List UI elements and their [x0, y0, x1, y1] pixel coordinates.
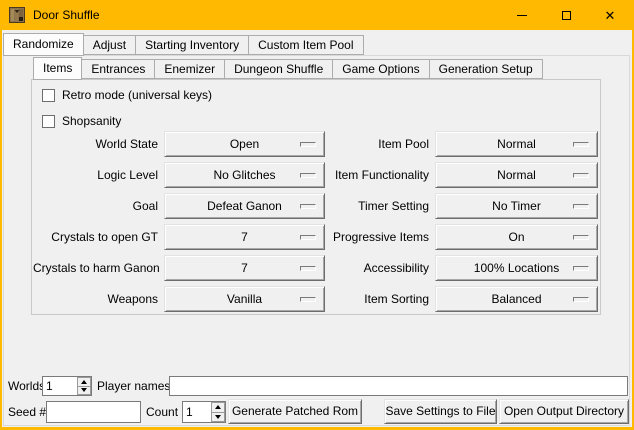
save-settings-button[interactable]: Save Settings to File	[384, 399, 497, 424]
progressive-items-dropdown[interactable]: On	[435, 224, 598, 250]
menu-indicator-icon	[573, 204, 589, 209]
menu-indicator-icon	[573, 142, 589, 147]
accessibility-value: 100% Locations	[474, 261, 559, 275]
tab-starting-inventory[interactable]: Starting Inventory	[135, 35, 249, 55]
retro-mode-label: Retro mode (universal keys)	[62, 89, 212, 102]
sub-tabbar: Items Entrances Enemizer Dungeon Shuffle…	[33, 57, 543, 79]
accessibility-label: Accessibility	[300, 255, 429, 281]
tab-entrances[interactable]: Entrances	[81, 59, 155, 79]
accessibility-dropdown[interactable]: 100% Locations	[435, 255, 598, 281]
window-controls: ✕	[500, 0, 632, 30]
shopsanity-label: Shopsanity	[62, 115, 121, 128]
maximize-icon	[562, 11, 571, 20]
tab-randomize[interactable]: Randomize	[3, 33, 84, 56]
goal-value: Defeat Ganon	[207, 199, 282, 213]
item-pool-label: Item Pool	[300, 131, 429, 157]
tab-dungeon-shuffle[interactable]: Dungeon Shuffle	[224, 59, 333, 79]
menu-indicator-icon	[573, 235, 589, 240]
item-pool-dropdown[interactable]: Normal	[435, 131, 598, 157]
tab-generation-setup[interactable]: Generation Setup	[429, 59, 543, 79]
progressive-items-value: On	[508, 230, 524, 244]
minimize-button[interactable]	[500, 0, 544, 30]
world-state-label: World State	[33, 131, 158, 157]
goal-label: Goal	[33, 193, 158, 219]
weapons-label: Weapons	[33, 286, 158, 312]
worlds-label: Worlds	[8, 376, 45, 396]
count-spinner	[182, 401, 226, 423]
item-sorting-label: Item Sorting	[300, 286, 429, 312]
crystals-harm-ganon-label: Crystals to harm Ganon	[33, 255, 158, 281]
chevron-down-icon	[81, 388, 87, 392]
worlds-spin-down-button[interactable]	[77, 386, 91, 396]
main-tabbar: Randomize Adjust Starting Inventory Cust…	[3, 32, 364, 55]
tab-game-options[interactable]: Game Options	[332, 59, 429, 79]
open-output-directory-button[interactable]: Open Output Directory	[499, 399, 629, 424]
count-spin-down-button[interactable]	[211, 412, 225, 423]
item-functionality-dropdown[interactable]: Normal	[435, 162, 598, 188]
window-title: Door Shuffle	[33, 8, 100, 22]
item-sorting-value: Balanced	[491, 292, 541, 306]
door-shuffle-window: Door Shuffle ✕ Randomize Adjust Starting…	[0, 0, 634, 430]
item-sorting-dropdown[interactable]: Balanced	[435, 286, 598, 312]
worlds-spinner-buttons	[77, 377, 91, 395]
player-names-label: Player names	[97, 376, 170, 396]
world-state-value: Open	[230, 137, 259, 151]
chevron-down-icon	[215, 415, 221, 419]
timer-setting-dropdown[interactable]: No Timer	[435, 193, 598, 219]
crystals-open-gt-value: 7	[241, 230, 248, 244]
item-functionality-value: Normal	[497, 168, 536, 182]
tab-enemizer[interactable]: Enemizer	[154, 59, 225, 79]
crystals-harm-ganon-value: 7	[241, 261, 248, 275]
menu-indicator-icon	[573, 266, 589, 271]
count-label: Count	[146, 401, 178, 423]
worlds-spinner	[42, 376, 92, 396]
logic-level-label: Logic Level	[33, 162, 158, 188]
generate-patched-rom-button[interactable]: Generate Patched Rom	[228, 399, 362, 424]
close-icon: ✕	[605, 9, 616, 22]
item-functionality-label: Item Functionality	[300, 162, 429, 188]
maximize-button[interactable]	[544, 0, 588, 30]
count-spinner-buttons	[211, 402, 225, 422]
close-button[interactable]: ✕	[588, 0, 632, 30]
worlds-input[interactable]	[43, 377, 77, 395]
seed-label: Seed #	[8, 401, 46, 423]
player-names-input[interactable]	[169, 376, 628, 396]
retro-mode-checkbox[interactable]	[42, 89, 55, 102]
tab-items[interactable]: Items	[33, 57, 82, 80]
logic-level-value: No Glitches	[213, 168, 275, 182]
tab-custom-item-pool[interactable]: Custom Item Pool	[248, 35, 363, 55]
menu-indicator-icon	[573, 297, 589, 302]
minimize-icon	[517, 15, 527, 16]
crystals-open-gt-label: Crystals to open GT	[33, 224, 158, 250]
progressive-items-label: Progressive Items	[300, 224, 429, 250]
seed-input[interactable]	[46, 401, 141, 423]
item-pool-value: Normal	[497, 137, 536, 151]
chevron-up-icon	[215, 405, 221, 409]
count-input[interactable]	[183, 402, 211, 422]
menu-indicator-icon	[573, 173, 589, 178]
shopsanity-checkbox[interactable]	[42, 115, 55, 128]
weapons-value: Vanilla	[227, 292, 262, 306]
door-icon	[9, 7, 25, 23]
titlebar[interactable]: Door Shuffle ✕	[0, 0, 634, 30]
timer-setting-value: No Timer	[492, 199, 541, 213]
tab-adjust[interactable]: Adjust	[83, 35, 136, 55]
timer-setting-label: Timer Setting	[300, 193, 429, 219]
chevron-up-icon	[81, 380, 87, 384]
